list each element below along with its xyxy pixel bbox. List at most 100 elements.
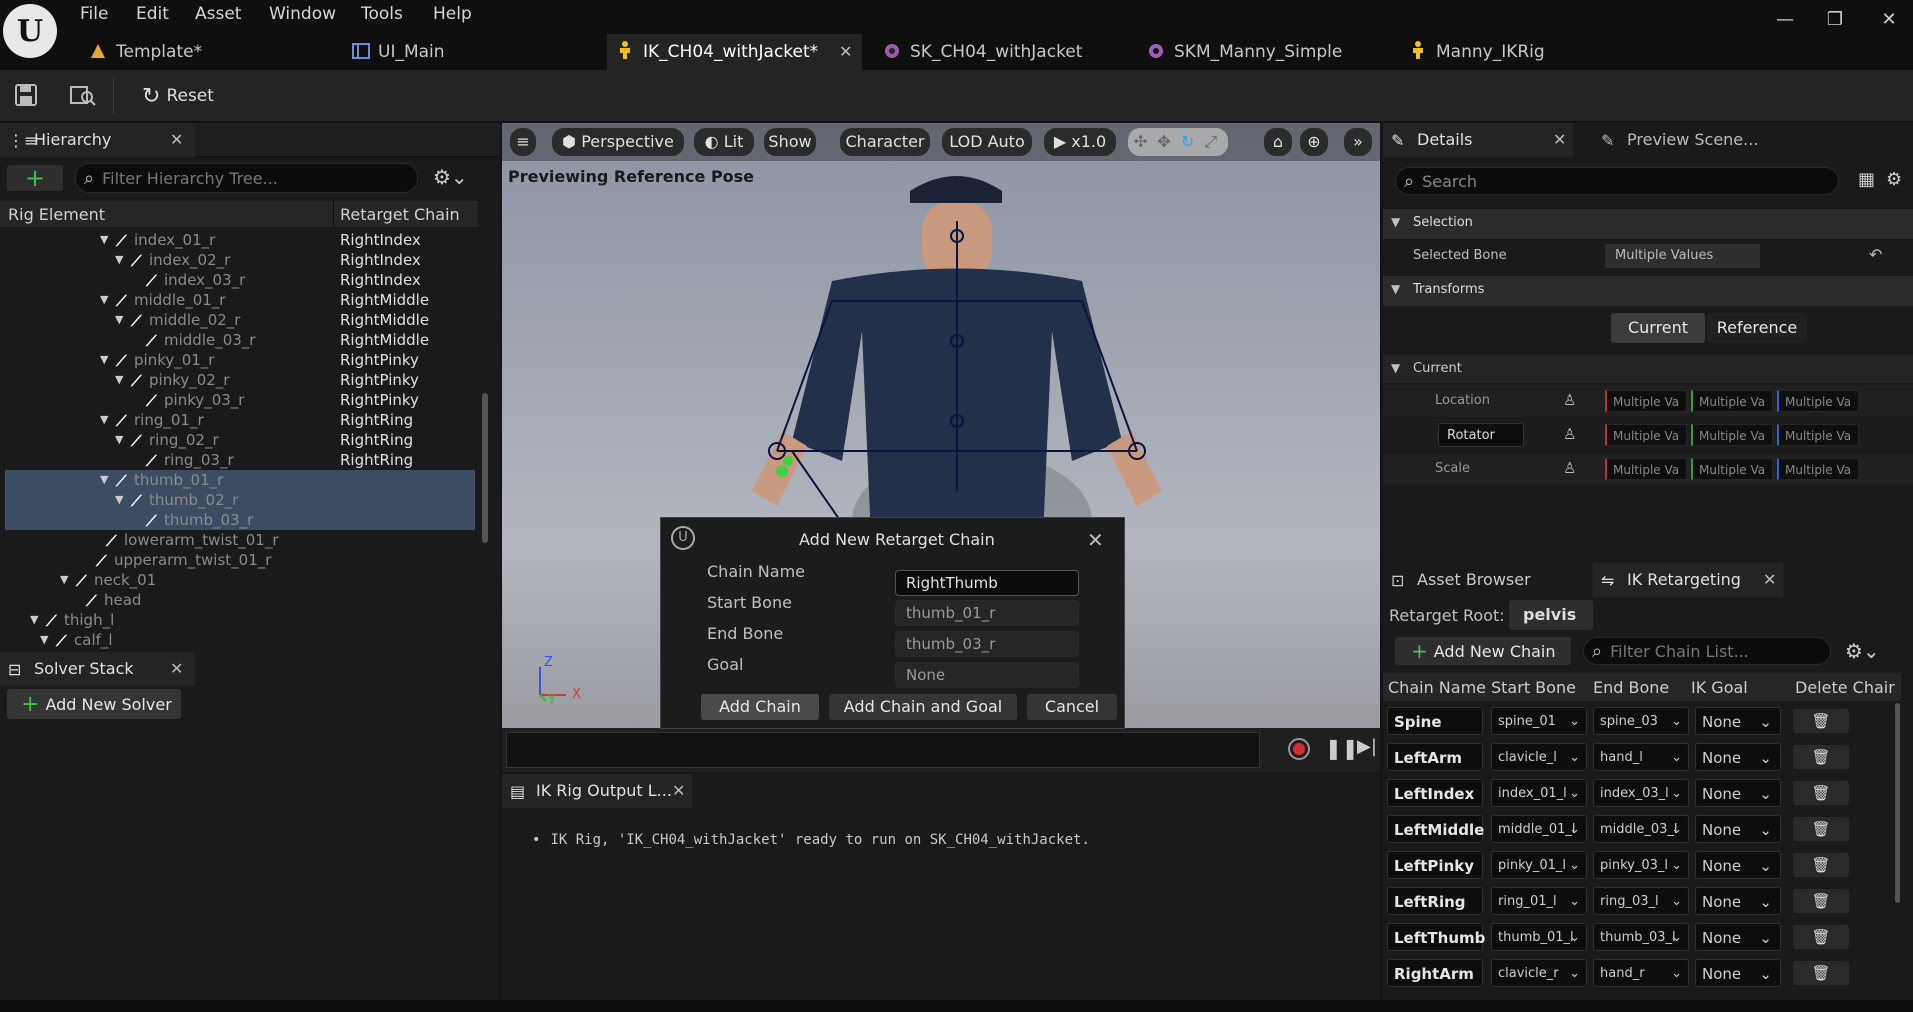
expand-arrow-icon[interactable]: ▼: [115, 250, 123, 270]
snap-icon[interactable]: ⊕: [1300, 128, 1328, 156]
delete-chain-button[interactable]: 🗑: [1793, 889, 1849, 913]
space-toggle-icon[interactable]: ♙: [1563, 391, 1576, 409]
record-icon[interactable]: [1288, 738, 1310, 760]
scale-value-field[interactable]: Multiple Va: [1605, 458, 1687, 480]
cancel-button[interactable]: Cancel: [1027, 694, 1117, 720]
details-tab[interactable]: ✎ Details ✕: [1383, 123, 1573, 157]
end-bone-dropdown[interactable]: pinky_03_l ⌄: [1593, 851, 1689, 879]
ik-goal-dropdown[interactable]: None ⌄: [1695, 959, 1781, 987]
ik-goal-dropdown[interactable]: None ⌄: [1695, 887, 1781, 915]
space-toggle-icon[interactable]: ♙: [1563, 459, 1576, 477]
hierarchy-row[interactable]: ⟋ index_03_r RightIndex: [0, 270, 478, 290]
menu-help[interactable]: Help: [433, 0, 472, 28]
end-bone-dropdown[interactable]: index_03_l ⌄: [1593, 779, 1689, 807]
lod-button[interactable]: LOD Auto: [942, 128, 1032, 156]
current-section[interactable]: ▼ Current: [1383, 355, 1913, 383]
asset-browser-tab[interactable]: ⊡ Asset Browser: [1383, 563, 1583, 597]
scale-value-field[interactable]: Multiple Va: [1777, 458, 1859, 480]
ik-goal-dropdown[interactable]: None ⌄: [1695, 779, 1781, 807]
delete-chain-button[interactable]: 🗑: [1793, 745, 1849, 769]
location-value-field[interactable]: Multiple Va: [1777, 390, 1859, 412]
end-bone-dropdown[interactable]: ring_03_l ⌄: [1593, 887, 1689, 915]
add-element-button[interactable]: +: [7, 165, 63, 191]
lit-button[interactable]: ◐ Lit: [694, 128, 754, 156]
delete-chain-button[interactable]: 🗑: [1793, 781, 1849, 805]
expand-arrow-icon[interactable]: ▼: [115, 310, 123, 330]
expand-arrow-icon[interactable]: ▼: [115, 490, 123, 510]
start-bone-dropdown[interactable]: clavicle_r ⌄: [1491, 959, 1587, 987]
expand-arrow-icon[interactable]: ▼: [100, 410, 108, 430]
tab-manny-ikrig[interactable]: Manny_IKRig: [1400, 34, 1660, 70]
tab-ui-main[interactable]: UI_Main: [342, 34, 592, 70]
solver-stack-tab[interactable]: ⊟ Solver Stack ✕: [0, 652, 195, 686]
ik-goal-dropdown[interactable]: None ⌄: [1695, 923, 1781, 951]
hierarchy-row[interactable]: ▼ ⟋ pinky_01_r RightPinky: [0, 350, 478, 370]
rotator-value-field[interactable]: Multiple Va: [1605, 424, 1687, 446]
chain-name-field[interactable]: Spine: [1387, 707, 1483, 735]
hierarchy-search-input[interactable]: ⌕ Filter Hierarchy Tree...: [75, 163, 418, 193]
hierarchy-row[interactable]: ▼ ⟋ thumb_02_r: [0, 490, 478, 510]
chain-name-field[interactable]: LeftRing: [1387, 887, 1483, 915]
expand-arrow-icon[interactable]: ▼: [60, 570, 68, 590]
close-log-icon[interactable]: ✕: [672, 774, 685, 808]
hierarchy-row[interactable]: ▼ ⟋ thigh_l: [0, 610, 478, 630]
reference-toggle[interactable]: Reference: [1707, 313, 1807, 343]
details-settings-icon[interactable]: ⚙: [1886, 169, 1902, 190]
location-value-field[interactable]: Multiple Va: [1691, 390, 1773, 412]
end-bone-dropdown[interactable]: thumb_03_l ⌄: [1593, 923, 1689, 951]
end-bone-field[interactable]: thumb_03_r: [895, 631, 1079, 657]
close-details-icon[interactable]: ✕: [1553, 123, 1566, 157]
menu-tools[interactable]: Tools: [361, 0, 403, 28]
hierarchy-row[interactable]: ⟋ ring_03_r RightRing: [0, 450, 478, 470]
tab-skm-manny[interactable]: SKM_Manny_Simple: [1138, 34, 1398, 70]
pause-icon[interactable]: ❚❚: [1325, 736, 1359, 760]
menu-file[interactable]: File: [80, 0, 108, 28]
chain-name-input[interactable]: RightThumb: [895, 570, 1079, 596]
chain-scrollbar[interactable]: [1895, 703, 1900, 903]
menu-edit[interactable]: Edit: [136, 0, 169, 28]
hierarchy-row[interactable]: ▼ ⟋ neck_01: [0, 570, 478, 590]
expand-arrow-icon[interactable]: ▼: [115, 430, 123, 450]
add-chain-and-goal-button[interactable]: Add Chain and Goal: [829, 694, 1017, 720]
menu-window[interactable]: Window: [269, 0, 336, 28]
rotator-label[interactable]: Rotator: [1438, 423, 1524, 447]
goal-field[interactable]: None: [895, 662, 1079, 688]
hierarchy-row[interactable]: ▼ ⟋ middle_02_r RightMiddle: [0, 310, 478, 330]
hierarchy-row[interactable]: ⟋ lowerarm_twist_01_r: [0, 530, 478, 550]
reset-button[interactable]: ↻ Reset: [142, 82, 214, 110]
start-bone-dropdown[interactable]: middle_01_l ⌄: [1491, 815, 1587, 843]
chain-name-field[interactable]: RightArm: [1387, 959, 1483, 987]
add-new-chain-button[interactable]: + Add New Chain: [1395, 637, 1571, 665]
expand-arrow-icon[interactable]: ▼: [100, 470, 108, 490]
output-log-tab[interactable]: ▤ IK Rig Output L... ✕: [502, 774, 692, 808]
ik-goal-dropdown[interactable]: None ⌄: [1695, 707, 1781, 735]
hierarchy-row[interactable]: ▼ ⟋ middle_01_r RightMiddle: [0, 290, 478, 310]
rotator-value-field[interactable]: Multiple Va: [1691, 424, 1773, 446]
start-bone-dropdown[interactable]: pinky_01_l ⌄: [1491, 851, 1587, 879]
chain-name-field[interactable]: LeftMiddle: [1387, 815, 1484, 843]
scale-value-field[interactable]: Multiple Va: [1691, 458, 1773, 480]
start-bone-dropdown[interactable]: ring_01_l ⌄: [1491, 887, 1587, 915]
location-value-field[interactable]: Multiple Va: [1605, 390, 1687, 412]
ik-goal-dropdown[interactable]: None ⌄: [1695, 815, 1781, 843]
hierarchy-row[interactable]: ▼ ⟋ index_01_r RightIndex: [0, 230, 478, 250]
end-bone-dropdown[interactable]: hand_l ⌄: [1593, 743, 1689, 771]
expand-arrow-icon[interactable]: ▼: [100, 230, 108, 250]
hierarchy-row[interactable]: ▼ ⟋ pinky_02_r RightPinky: [0, 370, 478, 390]
hierarchy-scrollbar[interactable]: [482, 393, 488, 543]
browse-icon[interactable]: [70, 84, 96, 106]
close-hierarchy-icon[interactable]: ✕: [170, 123, 183, 157]
delete-chain-button[interactable]: 🗑: [1793, 961, 1849, 985]
unreal-logo-icon[interactable]: U: [3, 4, 57, 58]
selection-section[interactable]: ▼ Selection: [1383, 209, 1913, 239]
table-view-icon[interactable]: ▦: [1858, 169, 1875, 190]
hierarchy-row[interactable]: ▼ ⟋ calf_l: [0, 630, 478, 650]
step-forward-icon[interactable]: ▶|: [1357, 736, 1377, 757]
chain-name-field[interactable]: LeftArm: [1387, 743, 1483, 771]
start-bone-dropdown[interactable]: spine_01 ⌄: [1491, 707, 1587, 735]
end-bone-dropdown[interactable]: middle_03_l ⌄: [1593, 815, 1689, 843]
chain-name-field[interactable]: LeftIndex: [1387, 779, 1483, 807]
tab-sk-ch04[interactable]: SK_CH04_withJacket: [874, 34, 1129, 70]
hierarchy-row[interactable]: ⟋ upperarm_twist_01_r: [0, 550, 478, 570]
add-new-solver-button[interactable]: + Add New Solver: [7, 689, 181, 719]
